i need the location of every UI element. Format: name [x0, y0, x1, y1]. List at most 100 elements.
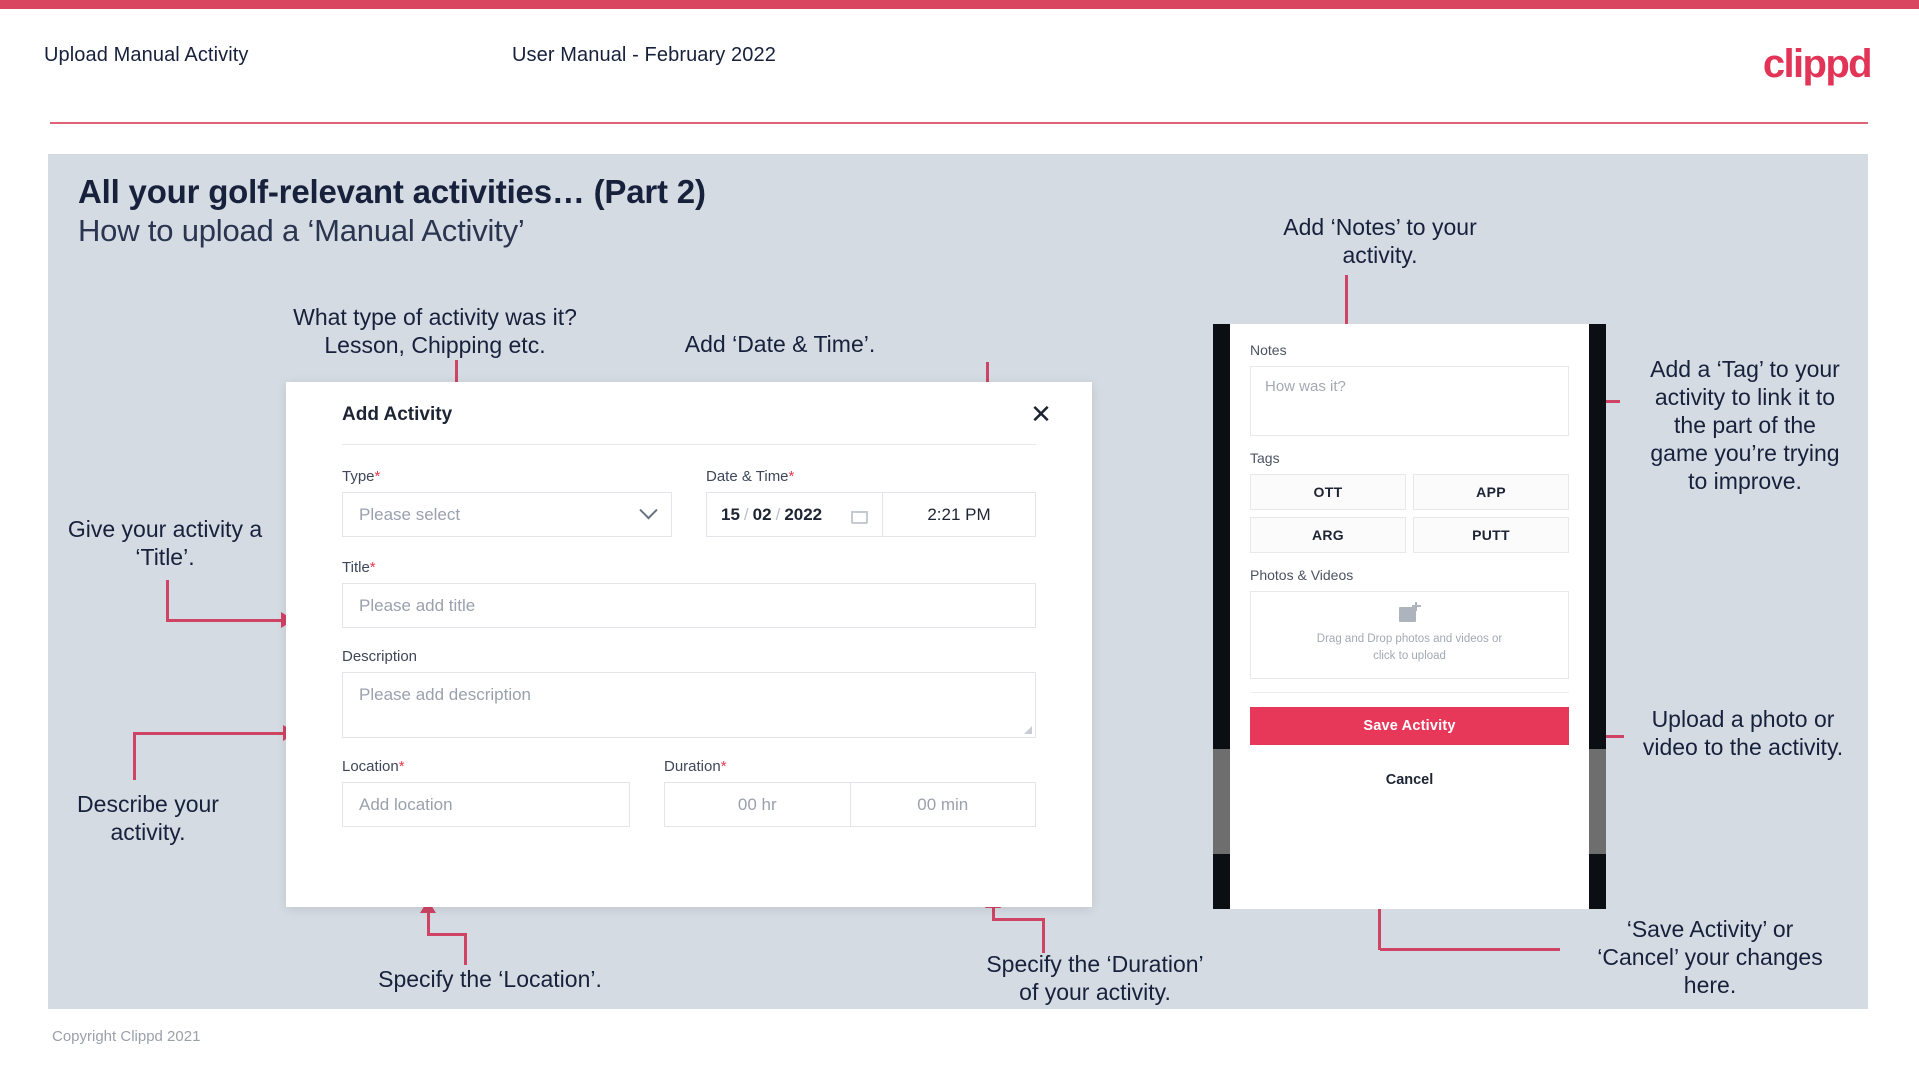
calendar-icon[interactable] [851, 505, 868, 524]
title-required-mark: * [369, 559, 376, 576]
duration-label-text: Duration [664, 758, 721, 775]
time-input[interactable]: 2:21 PM [882, 493, 1035, 536]
notes-placeholder: How was it? [1265, 378, 1346, 395]
row-type-datetime: Type* Please select Date & Time* 15 / 02… [342, 468, 1036, 537]
header-divider [50, 122, 1868, 124]
phone-bezel-right-accent [1589, 749, 1606, 854]
type-required-mark: * [374, 468, 381, 485]
duration-minutes-input[interactable]: 00 min [849, 783, 1036, 826]
phone-bezel-left [1213, 324, 1230, 909]
datetime-group: Date & Time* 15/02/2022 2:21 PM [706, 468, 1036, 537]
arrow-save-seg1 [1380, 948, 1560, 951]
photos-videos-label: Photos & Videos [1250, 567, 1354, 583]
tag-arg[interactable]: ARG [1250, 517, 1406, 553]
arrow-description-seg1 [133, 732, 136, 780]
tags-label: Tags [1250, 450, 1280, 466]
close-icon[interactable]: ✕ [1024, 397, 1058, 431]
type-placeholder: Please select [359, 504, 461, 524]
arrow-title-seg2 [166, 619, 283, 622]
annotation-title: Give your activity a ‘Title’. [67, 516, 263, 571]
description-label: Description [342, 648, 418, 665]
datetime-field: 15/02/2022 2:21 PM [706, 492, 1036, 537]
annotation-type: What type of activity was it? Lesson, Ch… [293, 304, 577, 359]
clippd-logo: clippd [1762, 42, 1873, 86]
cancel-button[interactable]: Cancel [1250, 763, 1569, 797]
tag-ott[interactable]: OTT [1250, 474, 1406, 510]
location-required-mark: * [398, 758, 405, 775]
description-placeholder: Please add description [359, 685, 532, 704]
tag-app[interactable]: APP [1413, 474, 1569, 510]
arrow-duration-seg1 [1042, 920, 1045, 953]
notes-label: Notes [1250, 342, 1287, 358]
dropzone-line-1: Drag and Drop photos and videos or [1316, 633, 1503, 646]
arrow-title-seg1 [166, 580, 169, 622]
row-location-duration: Location* Add location Duration* 00 hr 0… [342, 758, 1036, 827]
type-label-text: Type [342, 468, 375, 485]
slide-subtitle: How to upload a ‘Manual Activity’ [78, 213, 525, 248]
footer-copyright: Copyright Clippd 2021 [52, 1028, 201, 1045]
title-input[interactable]: Please add title [342, 583, 1036, 628]
phone-screen: Notes How was it? Tags OTT APP ARG PUTT … [1230, 324, 1589, 909]
arrow-duration-seg2 [992, 918, 1045, 921]
slide-root: Upload Manual Activity User Manual - Feb… [0, 0, 1919, 1079]
type-select[interactable]: Please select [342, 492, 672, 537]
page-title: Upload Manual Activity [44, 44, 249, 66]
arrow-duration-seg3 [992, 907, 995, 920]
top-accent-stripe [0, 0, 1919, 9]
arrow-location-seg2 [427, 933, 467, 936]
annotation-duration: Specify the ‘Duration’ of your activity. [986, 951, 1204, 1006]
phone-divider [1250, 692, 1569, 693]
title-group: Title* Please add title [342, 559, 1036, 628]
add-activity-dialog: Add Activity ✕ Type* Please select Date … [286, 382, 1092, 907]
annotation-description: Describe your activity. [77, 791, 219, 846]
dialog-header: Add Activity ✕ [286, 382, 1092, 444]
dialog-title: Add Activity [342, 404, 453, 425]
annotation-location: Specify the ‘Location’. [378, 966, 602, 992]
title-label: Title* [342, 559, 1036, 576]
page-subtitle: User Manual - February 2022 [512, 44, 776, 66]
date-sep-1: / [743, 504, 749, 524]
dropzone-text: Drag and Drop photos and videos or click… [1317, 631, 1502, 664]
annotation-datetime: Add ‘Date & Time’. [684, 331, 876, 357]
title-placeholder: Please add title [359, 595, 476, 615]
datetime-label-text: Date & Time [706, 468, 789, 485]
duration-field: 00 hr 00 min [664, 782, 1036, 827]
add-image-icon-frame [1398, 607, 1416, 623]
duration-group: Duration* 00 hr 00 min [664, 758, 1036, 827]
annotation-save-cancel: ‘Save Activity’ or ‘Cancel’ your changes… [1597, 916, 1823, 999]
tag-putt[interactable]: PUTT [1413, 517, 1569, 553]
description-group: Description Please add description [342, 648, 1036, 738]
location-input[interactable]: Add location [342, 782, 630, 827]
tags-grid: OTT APP ARG PUTT [1250, 474, 1569, 553]
annotation-upload: Upload a photo or video to the activity. [1642, 706, 1844, 761]
annotation-notes: Add ‘Notes’ to your activity. [1283, 214, 1477, 269]
add-image-icon-plus-v [1414, 602, 1417, 612]
dialog-divider [342, 444, 1036, 445]
location-label: Location* [342, 758, 630, 775]
date-sep-2: / [775, 504, 781, 524]
duration-label: Duration* [664, 758, 1036, 775]
arrow-description-seg2 [133, 732, 285, 735]
datetime-required-mark: * [788, 468, 795, 485]
duration-hours-input[interactable]: 00 hr [665, 783, 850, 826]
datetime-label: Date & Time* [706, 468, 1036, 485]
date-year: 2022 [784, 504, 823, 524]
description-textarea[interactable]: Please add description [342, 672, 1036, 738]
phone-bezel-right [1589, 324, 1606, 909]
save-activity-button[interactable]: Save Activity [1250, 707, 1569, 745]
chevron-down-icon [639, 501, 658, 520]
phone-mockup: Notes How was it? Tags OTT APP ARG PUTT … [1213, 324, 1606, 909]
phone-bezel-left-accent [1213, 749, 1230, 854]
type-group: Type* Please select [342, 468, 672, 537]
date-month: 02 [752, 504, 772, 524]
notes-textarea[interactable]: How was it? [1250, 366, 1569, 436]
location-placeholder: Add location [359, 794, 453, 814]
arrow-location-seg1 [464, 935, 467, 965]
dialog-body: Type* Please select Date & Time* 15 / 02… [342, 468, 1036, 827]
date-input[interactable]: 15/02/2022 [707, 493, 882, 536]
annotation-tag: Add a ‘Tag’ to your activity to link it … [1650, 356, 1840, 495]
dropzone-line-2: click to upload [1373, 650, 1446, 662]
location-label-text: Location [342, 758, 399, 775]
location-group: Location* Add location [342, 758, 630, 827]
photo-upload-dropzone[interactable]: Drag and Drop photos and videos or click… [1250, 591, 1569, 679]
